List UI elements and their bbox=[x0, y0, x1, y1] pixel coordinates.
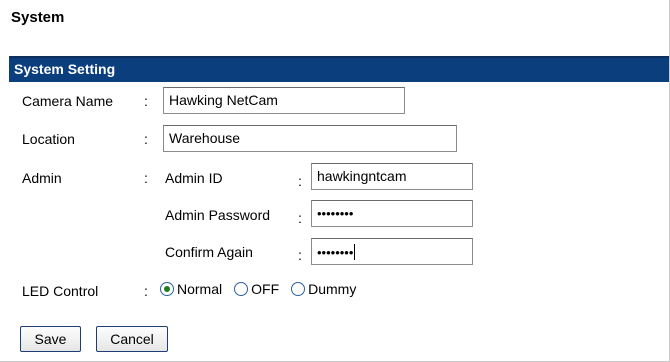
led-normal-radio[interactable]: Normal bbox=[160, 281, 222, 297]
camera-name-input[interactable]: Hawking NetCam bbox=[163, 87, 405, 114]
radio-unchecked-icon bbox=[234, 282, 249, 296]
text-caret bbox=[354, 244, 356, 260]
camera-name-label: Camera Name bbox=[22, 93, 114, 109]
location-label: Location bbox=[22, 131, 75, 147]
section-header: System Setting bbox=[9, 56, 669, 82]
led-off-label: OFF bbox=[251, 281, 280, 297]
admin-id-label: Admin ID bbox=[165, 170, 223, 186]
page-title: System bbox=[11, 9, 65, 26]
led-dummy-label: Dummy bbox=[308, 281, 357, 297]
confirm-password-input[interactable]: •••••••• bbox=[311, 238, 473, 265]
colon: : bbox=[144, 283, 148, 299]
colon: : bbox=[144, 93, 148, 109]
cancel-button[interactable]: Cancel bbox=[96, 326, 168, 352]
radio-checked-icon bbox=[160, 282, 174, 296]
colon: : bbox=[144, 131, 148, 147]
save-button[interactable]: Save bbox=[20, 326, 81, 352]
colon: : bbox=[298, 210, 302, 226]
admin-id-input[interactable]: hawkingntcam bbox=[311, 163, 473, 190]
led-normal-label: Normal bbox=[177, 281, 223, 297]
colon: : bbox=[144, 170, 148, 186]
radio-unchecked-icon bbox=[291, 282, 306, 296]
section-title: System Setting bbox=[14, 61, 116, 77]
admin-password-input[interactable]: •••••••• bbox=[311, 200, 473, 227]
led-control-radio-group: Normal OFF Dummy bbox=[160, 281, 368, 297]
admin-password-label: Admin Password bbox=[165, 207, 271, 223]
led-off-radio[interactable]: OFF bbox=[234, 281, 279, 297]
confirm-again-label: Confirm Again bbox=[165, 244, 253, 260]
led-control-label: LED Control bbox=[22, 283, 99, 299]
colon: : bbox=[298, 173, 302, 189]
admin-label: Admin bbox=[22, 170, 62, 186]
confirm-password-value: •••••••• bbox=[317, 245, 354, 260]
location-input[interactable]: Warehouse bbox=[163, 125, 457, 152]
colon: : bbox=[298, 247, 302, 263]
led-dummy-radio[interactable]: Dummy bbox=[291, 281, 356, 297]
